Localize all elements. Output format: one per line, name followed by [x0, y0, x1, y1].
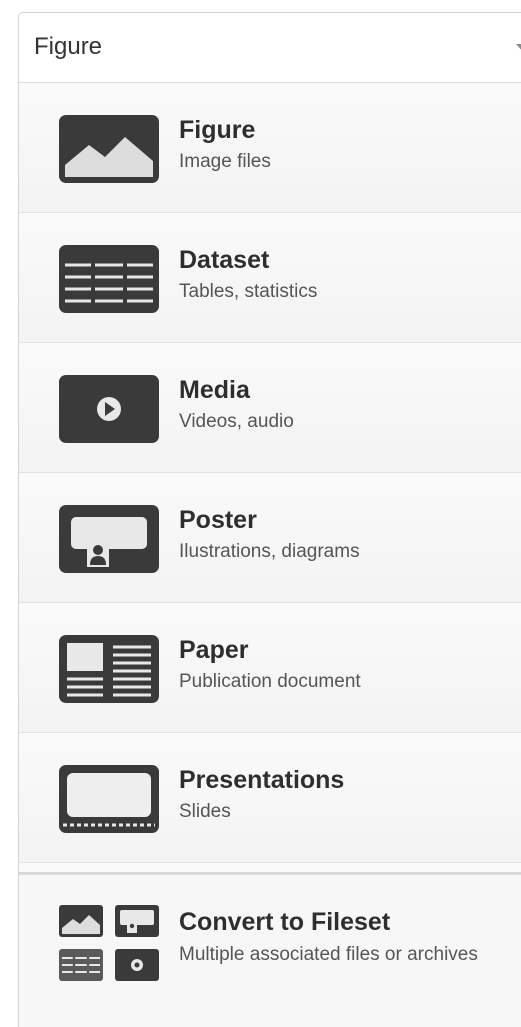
option-dataset[interactable]: Dataset Tables, statistics	[19, 213, 521, 343]
figure-icon	[59, 115, 159, 183]
fileset-icon	[59, 905, 159, 981]
option-title: Convert to Fileset	[179, 908, 391, 936]
media-icon	[59, 375, 159, 443]
convert-to-fileset-option[interactable]: Convert to Fileset Multiple associated f…	[19, 872, 521, 1027]
option-subtitle: Ilustrations, diagrams	[179, 541, 360, 562]
option-paper[interactable]: Paper Publication document	[19, 603, 521, 733]
option-media[interactable]: Media Videos, audio	[19, 343, 521, 473]
selected-file-type: Figure	[34, 33, 103, 60]
option-title: Media	[179, 376, 250, 404]
option-subtitle: Tables, statistics	[179, 281, 318, 302]
file-type-dropdown: Figure Figure Image files Dataset Tables…	[18, 12, 521, 1027]
option-subtitle: Videos, audio	[179, 411, 294, 432]
option-title: Paper	[179, 636, 249, 664]
option-figure[interactable]: Figure Image files	[19, 83, 521, 213]
option-subtitle: Slides	[179, 801, 231, 822]
option-presentations[interactable]: Presentations Slides	[19, 733, 521, 863]
file-type-list: Figure Image files Dataset Tables, stati…	[19, 83, 521, 1027]
option-subtitle: Publication document	[179, 671, 361, 692]
paper-icon	[59, 635, 159, 703]
option-title: Presentations	[179, 766, 345, 794]
poster-icon	[59, 505, 159, 573]
chevron-down-icon[interactable]	[516, 44, 521, 52]
option-title: Dataset	[179, 246, 270, 274]
option-poster[interactable]: Poster Ilustrations, diagrams	[19, 473, 521, 603]
file-type-select[interactable]: Figure	[19, 13, 521, 83]
dataset-icon	[59, 245, 159, 313]
option-title: Figure	[179, 116, 256, 144]
option-subtitle: Image files	[179, 151, 271, 172]
option-title: Poster	[179, 506, 257, 534]
option-subtitle: Multiple associated files or archives	[179, 944, 478, 965]
presentation-icon	[59, 765, 159, 833]
